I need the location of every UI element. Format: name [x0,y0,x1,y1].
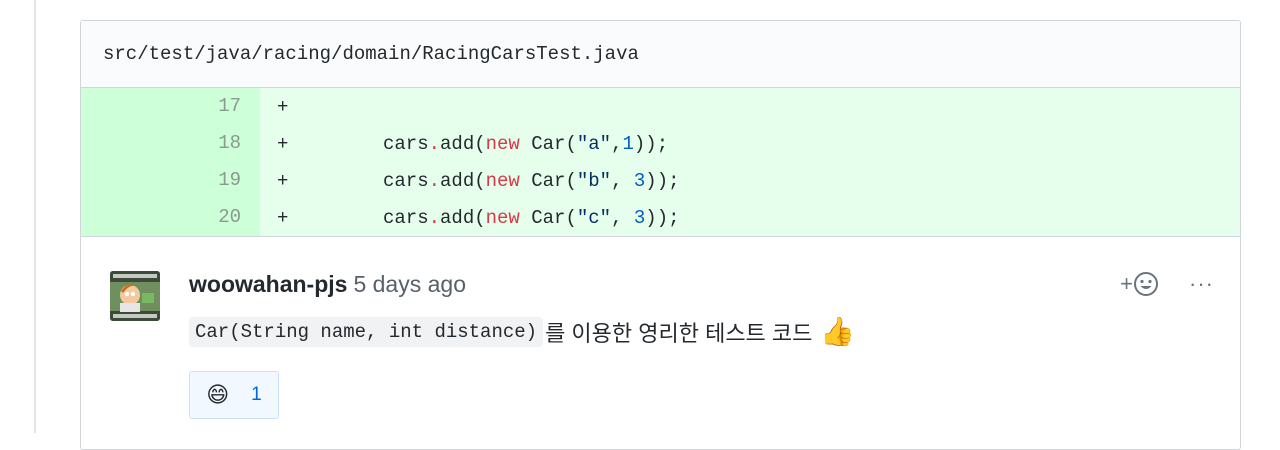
code-dot: . [428,132,441,155]
code-string: "b" [576,169,612,192]
author-link[interactable]: woowahan-pjs [189,271,347,297]
code-sep: , [611,169,634,192]
comment-header: woowahan-pjs 5 days ago [189,271,466,298]
diff-file-container: src/test/java/racing/domain/RacingCarsTe… [80,20,1241,450]
more-options-icon[interactable]: ··· [1189,271,1214,297]
code-number: 1 [622,132,634,155]
code-sep: , [611,206,634,229]
code-class: Car( [519,169,577,192]
line-number[interactable]: 17 [81,88,260,125]
review-comment: woowahan-pjs 5 days ago + ··· Car(String … [81,237,1240,437]
code-class: Car( [519,132,577,155]
line-number[interactable]: 19 [81,162,260,199]
code-end: )); [645,169,680,192]
code-var: cars [383,132,429,155]
diff-marker: + [277,206,289,229]
code-var: cars [383,206,429,229]
comment-actions: + ··· [1120,271,1214,297]
code-end: )); [645,206,680,229]
code-line: cars.add(new Car("b", 3)); [305,170,680,192]
grinning-face-icon: 😄 [206,382,230,407]
diff-marker: + [277,132,289,155]
code-dot: . [428,206,441,229]
diff-line: 18 + cars.add(new Car("a",1)); [81,125,1240,162]
code-string: "c" [576,206,612,229]
code-call: add( [440,132,486,155]
line-number[interactable]: 20 [81,199,260,236]
diff-line: 20 + cars.add(new Car("c", 3)); [81,199,1240,237]
diff-marker: + [277,169,289,192]
diff-line: 19 + cars.add(new Car("b", 3)); [81,162,1240,199]
avatar[interactable] [110,271,160,321]
plus-label: + [1120,271,1134,296]
code-string: "a" [576,132,612,155]
code-end: )); [633,132,669,155]
add-reaction-button[interactable]: + [1120,271,1159,297]
timestamp-link[interactable]: 5 days ago [353,271,466,297]
smiley-icon [1134,272,1159,296]
code-number: 3 [633,206,646,229]
code-keyword: new [485,206,520,229]
diff-marker: + [277,95,289,118]
comment-text: 를 이용한 영리한 테스트 코드 [545,320,813,346]
reaction-button[interactable]: 😄 1 [189,371,279,419]
inline-code: Car(String name, int distance) [189,316,544,347]
code-call: add( [440,169,486,192]
code-number: 3 [633,169,646,192]
code-var: cars [383,169,429,192]
code-dot: . [428,169,441,192]
timeline-line [34,0,36,433]
code-class: Car( [519,206,577,229]
comment-body: Car(String name, int distance) 를 이용한 영리한… [189,315,855,348]
avatar-image-icon [110,271,160,321]
reaction-count: 1 [251,384,262,405]
code-keyword: new [485,169,520,192]
code-line: cars.add(new Car("a",1)); [305,133,668,155]
code-line: cars.add(new Car("c", 3)); [305,207,680,229]
code-call: add( [440,206,486,229]
code-sep: , [611,132,623,155]
thumbs-up-icon: 👍 [820,316,856,347]
diff-line: 17 + [81,88,1240,125]
file-header: src/test/java/racing/domain/RacingCarsTe… [81,21,1240,88]
file-path[interactable]: src/test/java/racing/domain/RacingCarsTe… [103,43,639,65]
line-number[interactable]: 18 [81,125,260,162]
code-keyword: new [485,132,520,155]
